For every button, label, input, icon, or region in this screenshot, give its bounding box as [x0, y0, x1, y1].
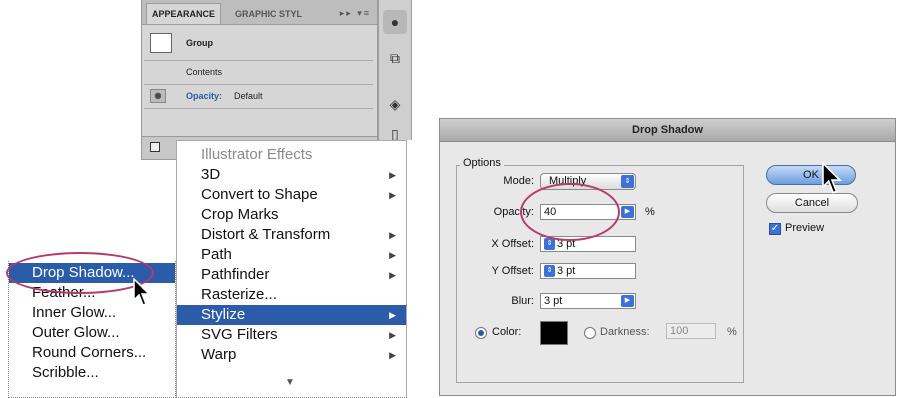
- menu-item-round-corners[interactable]: Round Corners...: [9, 343, 175, 363]
- color-radio[interactable]: [475, 327, 487, 339]
- blur-field[interactable]: 3 pt ▶: [540, 293, 636, 309]
- opacity-link[interactable]: Opacity:: [186, 91, 222, 101]
- submenu-arrow-icon: ▶: [389, 270, 396, 280]
- menu-item-outer-glow[interactable]: Outer Glow...: [9, 323, 175, 343]
- menu-item-label: Path: [201, 246, 232, 263]
- menu-item-distort-transform[interactable]: Distort & Transform ▶: [177, 225, 406, 245]
- darkness-label: Darkness:: [600, 326, 650, 338]
- darkness-unit: %: [727, 326, 737, 338]
- menu-item-scribble[interactable]: Scribble...: [9, 363, 175, 383]
- menu-header-illustrator-effects: Illustrator Effects: [201, 146, 313, 163]
- menu-item-convert-to-shape[interactable]: Convert to Shape ▶: [177, 185, 406, 205]
- submenu-arrow-icon: ▶: [389, 350, 396, 360]
- add-new-stroke-icon[interactable]: [150, 142, 160, 152]
- cancel-button[interactable]: Cancel: [766, 193, 858, 213]
- menu-item-stylize[interactable]: Stylize ▶: [177, 305, 406, 325]
- submenu-arrow-icon: ▶: [389, 250, 396, 260]
- blur-dropdown-icon[interactable]: ▶: [621, 295, 634, 307]
- submenu-arrow-icon: ▶: [389, 230, 396, 240]
- menu-item-label: Distort & Transform: [201, 226, 331, 243]
- y-offset-field[interactable]: ⇕ 3 pt: [540, 263, 636, 279]
- layers-icon[interactable]: ◈: [385, 94, 405, 114]
- submenu-arrow-icon: ▶: [389, 170, 396, 180]
- symbols-icon[interactable]: ⧉: [385, 48, 405, 68]
- menu-item-label: 3D: [201, 166, 221, 183]
- mode-label: Mode:: [503, 175, 534, 187]
- contents-row[interactable]: Contents: [144, 60, 373, 85]
- color-label: Color:: [492, 326, 522, 338]
- panel-menu-icon[interactable]: ▸▸ ▾≡: [340, 8, 371, 19]
- visibility-eye-icon[interactable]: ◉: [150, 89, 166, 103]
- dialog-title: Drop Shadow: [440, 119, 895, 142]
- preview-checkbox[interactable]: ✓: [769, 223, 781, 235]
- drop-shadow-dialog: Drop Shadow Options Mode: Multiply ⇕ Opa…: [439, 118, 896, 396]
- menu-item-warp[interactable]: Warp ▶: [177, 345, 406, 365]
- annotation-circle-opacity: [520, 183, 620, 241]
- y-offset-label: Y Offset:: [491, 265, 534, 277]
- menu-item-label: Stylize: [201, 306, 246, 323]
- menu-item-svg-filters[interactable]: SVG Filters ▶: [177, 325, 406, 345]
- scroll-down-arrow-icon[interactable]: ▼: [285, 377, 295, 388]
- menu-item-label: Convert to Shape: [201, 186, 318, 203]
- menu-item-label: Pathfinder: [201, 266, 270, 283]
- menu-item-crop-marks[interactable]: Crop Marks: [177, 205, 406, 225]
- menu-item-label: Warp: [201, 346, 237, 363]
- appearance-panel: APPEARANCE GRAPHIC STYL ▸▸ ▾≡ Group Cont…: [141, 0, 378, 160]
- menu-item-label: Rasterize...: [201, 286, 277, 303]
- x-offset-stepper-icon[interactable]: ⇕: [544, 238, 555, 251]
- options-group-title: Options: [460, 157, 504, 169]
- contents-label: Contents: [186, 67, 223, 77]
- opacity-dropdown-icon[interactable]: ▶: [621, 206, 634, 218]
- group-label: Group: [186, 38, 213, 48]
- record-icon[interactable]: ●: [383, 10, 407, 34]
- menu-item-rasterize[interactable]: Rasterize...: [177, 285, 406, 305]
- menu-item-label: SVG Filters: [201, 326, 278, 343]
- opacity-row[interactable]: ◉ Opacity: Default: [144, 84, 373, 109]
- menu-item-pathfinder[interactable]: Pathfinder ▶: [177, 265, 406, 285]
- submenu-arrow-icon: ▶: [389, 190, 396, 200]
- pointer-cursor-icon: [822, 162, 842, 194]
- blur-label: Blur:: [511, 295, 534, 307]
- tab-graphic-styles[interactable]: GRAPHIC STYL: [230, 4, 307, 24]
- opacity-value: Default: [234, 91, 263, 101]
- darkness-field[interactable]: 100: [666, 323, 716, 339]
- menu-item-path[interactable]: Path ▶: [177, 245, 406, 265]
- effect-menu: Illustrator Effects 3D ▶ Convert to Shape…: [176, 140, 407, 398]
- chevron-updown-icon: ⇕: [621, 175, 634, 188]
- panel-dock-strip: ● ⧉ ◈ ▯: [378, 0, 412, 142]
- darkness-radio[interactable]: [584, 327, 596, 339]
- pointer-cursor-icon: [133, 278, 151, 306]
- shadow-color-swatch[interactable]: [540, 321, 568, 345]
- x-offset-label: X Offset:: [491, 238, 534, 250]
- opacity-unit: %: [645, 206, 655, 218]
- tab-appearance[interactable]: APPEARANCE: [146, 3, 222, 24]
- submenu-arrow-icon: ▶: [389, 310, 396, 320]
- group-thumbnail: [150, 33, 172, 53]
- preview-label: Preview: [785, 222, 825, 234]
- y-offset-value: 3 pt: [557, 265, 576, 277]
- blur-value: 3 pt: [544, 295, 563, 307]
- submenu-arrow-icon: ▶: [389, 330, 396, 340]
- panel-tab-bar: APPEARANCE GRAPHIC STYL ▸▸ ▾≡: [142, 0, 377, 25]
- y-offset-stepper-icon[interactable]: ⇕: [544, 265, 555, 278]
- menu-item-label: Crop Marks: [201, 206, 279, 223]
- menu-item-3d[interactable]: 3D ▶: [177, 165, 406, 185]
- group-row[interactable]: Group: [144, 26, 373, 61]
